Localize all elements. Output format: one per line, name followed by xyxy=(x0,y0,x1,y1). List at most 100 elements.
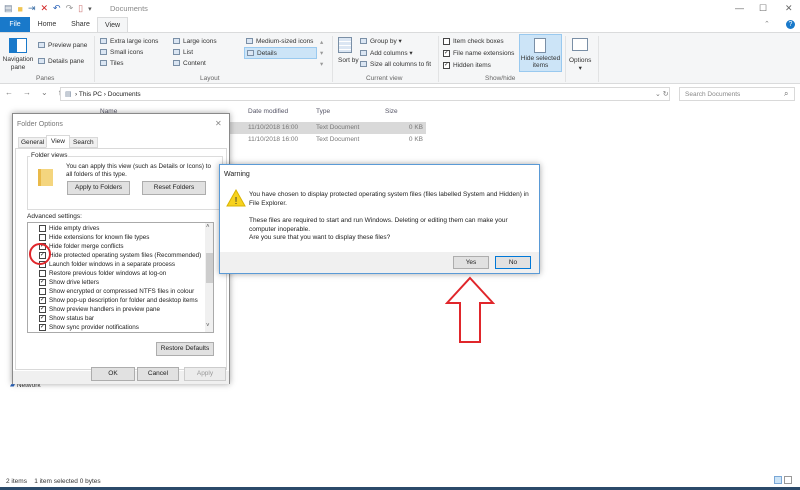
navigation-pane-button[interactable]: Navigation pane xyxy=(2,56,34,72)
help-icon[interactable]: ? xyxy=(786,20,795,29)
minimize-button[interactable]: — xyxy=(735,3,744,13)
advanced-settings-list[interactable]: ˄ ˅ Hide empty drives Hide extensions for… xyxy=(27,222,214,333)
advanced-setting-item[interactable]: ✓ Show preview handlers in preview pane xyxy=(39,306,160,313)
refresh-icon[interactable]: ⌄ ↻ xyxy=(655,90,669,98)
recent-icon[interactable]: ⌄ xyxy=(41,88,48,97)
reset-folders-button[interactable]: Reset Folders xyxy=(142,181,206,195)
checkbox-checked[interactable]: ✓ xyxy=(39,297,46,304)
layout-large-icons[interactable]: Large icons xyxy=(173,38,217,45)
back-icon[interactable]: ← xyxy=(5,88,13,97)
redo-icon[interactable]: ↷ xyxy=(66,3,74,14)
cancel-button[interactable]: Cancel xyxy=(137,367,179,381)
column-size[interactable]: Size xyxy=(385,108,398,115)
details-view-icon[interactable] xyxy=(774,476,782,484)
checkbox-checked[interactable]: ✓ xyxy=(39,306,46,313)
advanced-setting-item[interactable]: Show encrypted or compressed NTFS files … xyxy=(39,288,194,295)
tab-view[interactable]: View xyxy=(97,17,128,32)
advanced-setting-item[interactable]: ✓ Hide protected operating system files (… xyxy=(39,252,201,259)
advanced-setting-item[interactable]: Launch folder windows in a separate proc… xyxy=(39,261,175,268)
setting-label: Show drive letters xyxy=(49,279,100,287)
checkbox-checked[interactable]: ✓ xyxy=(39,324,46,331)
layout-list[interactable]: List xyxy=(173,49,193,56)
checkbox-checked[interactable]: ✓ xyxy=(443,62,450,69)
tab-home[interactable]: Home xyxy=(30,17,64,32)
tab-view[interactable]: View xyxy=(46,135,70,148)
scroll-down-icon[interactable]: ˅ xyxy=(206,323,210,329)
close-icon[interactable]: ✕ xyxy=(215,119,222,128)
checkbox[interactable] xyxy=(39,270,46,277)
scroll-up-icon[interactable]: ˄ xyxy=(206,224,210,230)
advanced-setting-item[interactable]: ✓ Show status bar xyxy=(39,315,94,322)
advanced-setting-item[interactable]: Restore previous folder windows at log-o… xyxy=(39,270,166,277)
layout-extra-large-icons[interactable]: Extra large icons xyxy=(100,38,158,45)
file-name-extensions-toggle[interactable]: ✓ File name extensions xyxy=(443,50,514,57)
add-columns-button[interactable]: Add columns ▾ xyxy=(360,49,413,57)
tab-search[interactable]: Search xyxy=(69,137,98,148)
file-row[interactable]: 11/10/2018 16:00 Text Document 0 KB xyxy=(230,134,426,146)
group-by-button[interactable]: Group by ▾ xyxy=(360,37,402,45)
folder-icon[interactable]: ■ xyxy=(18,4,23,14)
advanced-setting-item[interactable]: ✓ Show pop-up description for folder and … xyxy=(39,297,198,304)
advanced-setting-item[interactable]: ✓ Show drive letters xyxy=(39,279,99,286)
large-icons-view-icon[interactable] xyxy=(784,476,792,484)
checkbox[interactable] xyxy=(443,38,450,45)
options-button[interactable]: Options ▾ xyxy=(569,57,591,73)
restore-defaults-button[interactable]: Restore Defaults xyxy=(156,342,214,356)
checkbox[interactable] xyxy=(39,234,46,241)
delete-icon[interactable]: ✕ xyxy=(41,3,49,14)
search-input[interactable]: Search Documents xyxy=(679,87,795,101)
setting-label: Show pop-up description for folder and d… xyxy=(49,297,198,305)
size-columns-button[interactable]: Size all columns to fit xyxy=(360,61,431,68)
apply-button[interactable]: Apply xyxy=(184,367,226,381)
current-view-group-label: Current view xyxy=(366,75,403,82)
undo-icon[interactable]: ↶ xyxy=(53,3,61,14)
yes-button[interactable]: Yes xyxy=(453,256,489,269)
advanced-setting-item[interactable]: ✓ Show sync provider notifications xyxy=(39,324,139,331)
layout-medium-icons[interactable]: Medium-sized icons xyxy=(246,38,313,45)
column-type[interactable]: Type xyxy=(316,108,330,115)
tab-general[interactable]: General xyxy=(18,137,48,148)
tab-share[interactable]: Share xyxy=(64,17,97,32)
hidden-items-toggle[interactable]: ✓ Hidden items xyxy=(443,62,491,69)
rename-icon[interactable]: ▯ xyxy=(78,3,83,14)
properties-icon[interactable]: ▤ xyxy=(4,3,13,14)
hide-selected-items-button[interactable]: Hide selected items xyxy=(519,34,562,72)
ok-button[interactable]: OK xyxy=(91,367,135,381)
advanced-setting-item[interactable]: Hide empty drives xyxy=(39,225,99,232)
close-button[interactable]: ✕ xyxy=(785,3,793,14)
layout-small-icons[interactable]: Small icons xyxy=(100,49,143,56)
label: Size all columns to fit xyxy=(370,61,432,68)
column-date-modified[interactable]: Date modified xyxy=(248,108,288,115)
breadcrumb-documents[interactable]: Documents xyxy=(108,91,141,98)
layout-details[interactable]: Details xyxy=(244,47,317,59)
collapse-ribbon-icon[interactable]: ⌃ xyxy=(764,20,770,28)
checkbox-checked[interactable]: ✓ xyxy=(443,50,450,57)
advanced-setting-item[interactable]: Hide extensions for known file types xyxy=(39,234,149,241)
scrollbar-thumb[interactable] xyxy=(206,253,213,283)
file-row-selected[interactable]: 11/10/2018 16:00 Text Document 0 KB xyxy=(230,122,426,134)
preview-pane-button[interactable]: Preview pane xyxy=(38,42,87,49)
tab-file[interactable]: File xyxy=(0,17,30,32)
details-pane-button[interactable]: Details pane xyxy=(38,58,84,65)
forward-icon[interactable]: → xyxy=(23,88,31,97)
no-button[interactable]: No xyxy=(495,256,531,269)
move-icon[interactable]: ⇥ xyxy=(28,3,36,14)
checkbox-checked[interactable]: ✓ xyxy=(39,315,46,322)
item-check-boxes-toggle[interactable]: Item check boxes xyxy=(443,38,504,45)
scrollbar[interactable]: ˄ ˅ xyxy=(205,223,213,332)
dialog-title: Folder Options xyxy=(17,121,63,128)
apply-to-folders-button[interactable]: Apply to Folders xyxy=(67,181,130,195)
checkbox[interactable] xyxy=(39,225,46,232)
layout-scroll[interactable]: ▴ ▾ ▾ xyxy=(320,37,323,70)
sort-by-button[interactable]: Sort by xyxy=(338,57,359,65)
customize-dropdown-icon[interactable]: ▾ xyxy=(88,5,92,13)
checkbox[interactable] xyxy=(39,288,46,295)
address-bar[interactable]: ▤ › This PC › Documents ⌄ ↻ xyxy=(60,87,670,101)
maximize-button[interactable]: ☐ xyxy=(759,3,767,14)
advanced-setting-item[interactable]: ✓ Hide folder merge conflicts xyxy=(39,243,124,250)
checkbox-checked[interactable]: ✓ xyxy=(39,279,46,286)
layout-content[interactable]: Content xyxy=(173,60,206,67)
layout-tiles[interactable]: Tiles xyxy=(100,60,123,67)
breadcrumb-this-pc[interactable]: This PC xyxy=(79,91,102,98)
label: Extra large icons xyxy=(110,38,159,45)
